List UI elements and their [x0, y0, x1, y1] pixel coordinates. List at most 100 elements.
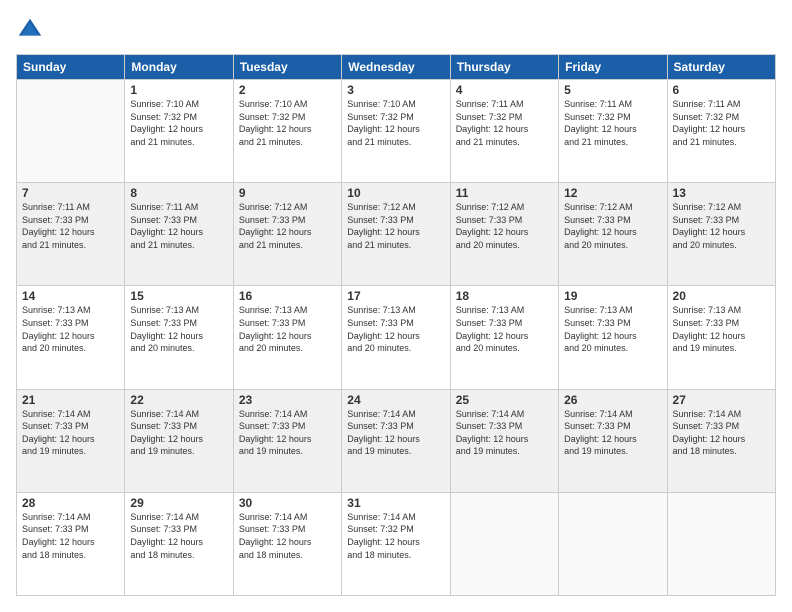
day-number: 16: [239, 289, 336, 303]
day-info: Sunrise: 7:13 AM Sunset: 7:33 PM Dayligh…: [564, 304, 661, 354]
day-info: Sunrise: 7:14 AM Sunset: 7:33 PM Dayligh…: [456, 408, 553, 458]
calendar: SundayMondayTuesdayWednesdayThursdayFrid…: [16, 54, 776, 596]
day-number: 11: [456, 186, 553, 200]
week-row-3: 14Sunrise: 7:13 AM Sunset: 7:33 PM Dayli…: [17, 286, 776, 389]
day-info: Sunrise: 7:14 AM Sunset: 7:33 PM Dayligh…: [564, 408, 661, 458]
day-number: 28: [22, 496, 119, 510]
day-number: 3: [347, 83, 444, 97]
day-info: Sunrise: 7:11 AM Sunset: 7:32 PM Dayligh…: [564, 98, 661, 148]
week-row-2: 7Sunrise: 7:11 AM Sunset: 7:33 PM Daylig…: [17, 183, 776, 286]
column-header-thursday: Thursday: [450, 55, 558, 80]
day-info: Sunrise: 7:11 AM Sunset: 7:33 PM Dayligh…: [22, 201, 119, 251]
calendar-cell: 20Sunrise: 7:13 AM Sunset: 7:33 PM Dayli…: [667, 286, 775, 389]
column-header-monday: Monday: [125, 55, 233, 80]
calendar-cell: 31Sunrise: 7:14 AM Sunset: 7:32 PM Dayli…: [342, 492, 450, 595]
calendar-cell: 14Sunrise: 7:13 AM Sunset: 7:33 PM Dayli…: [17, 286, 125, 389]
day-info: Sunrise: 7:14 AM Sunset: 7:33 PM Dayligh…: [130, 511, 227, 561]
calendar-cell: 12Sunrise: 7:12 AM Sunset: 7:33 PM Dayli…: [559, 183, 667, 286]
day-number: 21: [22, 393, 119, 407]
day-number: 26: [564, 393, 661, 407]
day-info: Sunrise: 7:14 AM Sunset: 7:32 PM Dayligh…: [347, 511, 444, 561]
calendar-cell: 22Sunrise: 7:14 AM Sunset: 7:33 PM Dayli…: [125, 389, 233, 492]
day-number: 4: [456, 83, 553, 97]
calendar-cell: [17, 80, 125, 183]
week-row-5: 28Sunrise: 7:14 AM Sunset: 7:33 PM Dayli…: [17, 492, 776, 595]
day-number: 22: [130, 393, 227, 407]
day-number: 8: [130, 186, 227, 200]
calendar-cell: 13Sunrise: 7:12 AM Sunset: 7:33 PM Dayli…: [667, 183, 775, 286]
day-number: 9: [239, 186, 336, 200]
calendar-cell: 30Sunrise: 7:14 AM Sunset: 7:33 PM Dayli…: [233, 492, 341, 595]
day-number: 30: [239, 496, 336, 510]
calendar-cell: 17Sunrise: 7:13 AM Sunset: 7:33 PM Dayli…: [342, 286, 450, 389]
page: SundayMondayTuesdayWednesdayThursdayFrid…: [0, 0, 792, 612]
day-info: Sunrise: 7:13 AM Sunset: 7:33 PM Dayligh…: [673, 304, 770, 354]
day-number: 6: [673, 83, 770, 97]
day-number: 17: [347, 289, 444, 303]
day-number: 19: [564, 289, 661, 303]
day-info: Sunrise: 7:10 AM Sunset: 7:32 PM Dayligh…: [347, 98, 444, 148]
day-number: 15: [130, 289, 227, 303]
day-info: Sunrise: 7:14 AM Sunset: 7:33 PM Dayligh…: [130, 408, 227, 458]
calendar-cell: 5Sunrise: 7:11 AM Sunset: 7:32 PM Daylig…: [559, 80, 667, 183]
day-info: Sunrise: 7:14 AM Sunset: 7:33 PM Dayligh…: [22, 511, 119, 561]
day-info: Sunrise: 7:11 AM Sunset: 7:32 PM Dayligh…: [456, 98, 553, 148]
calendar-cell: 15Sunrise: 7:13 AM Sunset: 7:33 PM Dayli…: [125, 286, 233, 389]
calendar-cell: [559, 492, 667, 595]
day-info: Sunrise: 7:12 AM Sunset: 7:33 PM Dayligh…: [347, 201, 444, 251]
calendar-cell: [667, 492, 775, 595]
calendar-cell: 25Sunrise: 7:14 AM Sunset: 7:33 PM Dayli…: [450, 389, 558, 492]
calendar-cell: 19Sunrise: 7:13 AM Sunset: 7:33 PM Dayli…: [559, 286, 667, 389]
calendar-cell: 6Sunrise: 7:11 AM Sunset: 7:32 PM Daylig…: [667, 80, 775, 183]
column-header-friday: Friday: [559, 55, 667, 80]
calendar-cell: 18Sunrise: 7:13 AM Sunset: 7:33 PM Dayli…: [450, 286, 558, 389]
day-number: 24: [347, 393, 444, 407]
calendar-cell: 29Sunrise: 7:14 AM Sunset: 7:33 PM Dayli…: [125, 492, 233, 595]
calendar-cell: 28Sunrise: 7:14 AM Sunset: 7:33 PM Dayli…: [17, 492, 125, 595]
day-info: Sunrise: 7:13 AM Sunset: 7:33 PM Dayligh…: [456, 304, 553, 354]
calendar-cell: 21Sunrise: 7:14 AM Sunset: 7:33 PM Dayli…: [17, 389, 125, 492]
calendar-cell: 26Sunrise: 7:14 AM Sunset: 7:33 PM Dayli…: [559, 389, 667, 492]
calendar-cell: 10Sunrise: 7:12 AM Sunset: 7:33 PM Dayli…: [342, 183, 450, 286]
calendar-cell: [450, 492, 558, 595]
column-header-saturday: Saturday: [667, 55, 775, 80]
day-info: Sunrise: 7:14 AM Sunset: 7:33 PM Dayligh…: [22, 408, 119, 458]
day-number: 1: [130, 83, 227, 97]
day-info: Sunrise: 7:11 AM Sunset: 7:32 PM Dayligh…: [673, 98, 770, 148]
day-info: Sunrise: 7:14 AM Sunset: 7:33 PM Dayligh…: [239, 511, 336, 561]
day-info: Sunrise: 7:10 AM Sunset: 7:32 PM Dayligh…: [130, 98, 227, 148]
day-info: Sunrise: 7:14 AM Sunset: 7:33 PM Dayligh…: [673, 408, 770, 458]
calendar-cell: 23Sunrise: 7:14 AM Sunset: 7:33 PM Dayli…: [233, 389, 341, 492]
calendar-cell: 9Sunrise: 7:12 AM Sunset: 7:33 PM Daylig…: [233, 183, 341, 286]
header: [16, 16, 776, 44]
week-row-4: 21Sunrise: 7:14 AM Sunset: 7:33 PM Dayli…: [17, 389, 776, 492]
calendar-cell: 24Sunrise: 7:14 AM Sunset: 7:33 PM Dayli…: [342, 389, 450, 492]
day-info: Sunrise: 7:11 AM Sunset: 7:33 PM Dayligh…: [130, 201, 227, 251]
day-info: Sunrise: 7:13 AM Sunset: 7:33 PM Dayligh…: [347, 304, 444, 354]
day-number: 31: [347, 496, 444, 510]
day-info: Sunrise: 7:13 AM Sunset: 7:33 PM Dayligh…: [130, 304, 227, 354]
day-info: Sunrise: 7:12 AM Sunset: 7:33 PM Dayligh…: [239, 201, 336, 251]
day-number: 7: [22, 186, 119, 200]
calendar-cell: 27Sunrise: 7:14 AM Sunset: 7:33 PM Dayli…: [667, 389, 775, 492]
day-number: 29: [130, 496, 227, 510]
day-number: 20: [673, 289, 770, 303]
day-number: 13: [673, 186, 770, 200]
logo: [16, 16, 48, 44]
day-number: 10: [347, 186, 444, 200]
day-number: 12: [564, 186, 661, 200]
day-info: Sunrise: 7:12 AM Sunset: 7:33 PM Dayligh…: [456, 201, 553, 251]
calendar-header-row: SundayMondayTuesdayWednesdayThursdayFrid…: [17, 55, 776, 80]
calendar-cell: 2Sunrise: 7:10 AM Sunset: 7:32 PM Daylig…: [233, 80, 341, 183]
day-info: Sunrise: 7:12 AM Sunset: 7:33 PM Dayligh…: [673, 201, 770, 251]
calendar-cell: 1Sunrise: 7:10 AM Sunset: 7:32 PM Daylig…: [125, 80, 233, 183]
day-info: Sunrise: 7:12 AM Sunset: 7:33 PM Dayligh…: [564, 201, 661, 251]
day-number: 14: [22, 289, 119, 303]
day-info: Sunrise: 7:14 AM Sunset: 7:33 PM Dayligh…: [239, 408, 336, 458]
calendar-cell: 8Sunrise: 7:11 AM Sunset: 7:33 PM Daylig…: [125, 183, 233, 286]
day-info: Sunrise: 7:13 AM Sunset: 7:33 PM Dayligh…: [22, 304, 119, 354]
column-header-sunday: Sunday: [17, 55, 125, 80]
day-number: 5: [564, 83, 661, 97]
calendar-cell: 4Sunrise: 7:11 AM Sunset: 7:32 PM Daylig…: [450, 80, 558, 183]
day-info: Sunrise: 7:14 AM Sunset: 7:33 PM Dayligh…: [347, 408, 444, 458]
